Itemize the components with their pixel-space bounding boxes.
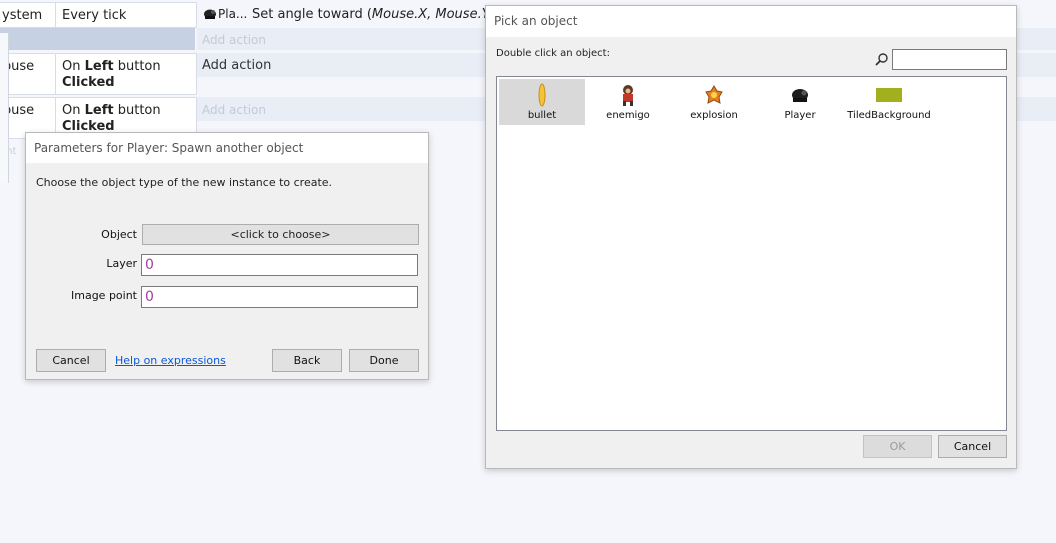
cancel-button[interactable]: Cancel (938, 435, 1007, 458)
event-condition-cell[interactable]: Every tick (55, 2, 197, 28)
condition-text: Every tick (62, 8, 127, 23)
condition-text: On Left button Clicked (62, 103, 161, 135)
dialog-description: Choose the object type of the new instan… (36, 176, 333, 189)
done-button[interactable]: Done (349, 349, 419, 372)
object-name: Player (784, 110, 816, 121)
help-on-expressions-link[interactable]: Help on expressions (115, 354, 226, 367)
dialog-title-bar[interactable]: Parameters for Player: Spawn another obj… (26, 133, 428, 163)
parameters-dialog: Parameters for Player: Spawn another obj… (25, 132, 429, 380)
search-input[interactable] (892, 49, 1007, 70)
condition-suffix: button (113, 103, 161, 118)
object-list[interactable]: bullet enemigo explosion Player TiledBac… (496, 76, 1007, 431)
add-action-link[interactable]: Add action (202, 103, 266, 117)
condition-line2: Clicked (62, 75, 115, 90)
add-action-link[interactable]: Add action (202, 33, 266, 47)
layer-label: Layer (106, 257, 137, 270)
object-item-enemigo[interactable]: enemigo (585, 79, 671, 125)
bullet-icon (499, 83, 585, 107)
action-text: Set angle toward (Mouse.X, Mouse.Y) (252, 7, 495, 22)
back-button[interactable]: Back (272, 349, 342, 372)
condition-prefix: On (62, 103, 85, 118)
tiled-background-icon (843, 83, 935, 107)
event-condition-cell[interactable]: On Left button Clicked (55, 53, 197, 95)
dialog-title: Pick an object (494, 14, 578, 28)
object-item-tiledbackground[interactable]: TiledBackground (843, 79, 935, 125)
condition-suffix: button (113, 59, 161, 74)
condition-bold: Left (84, 103, 114, 118)
object-name: enemigo (606, 110, 650, 121)
picker-prompt: Double click an object: (496, 48, 610, 59)
object-chooser-button[interactable]: <click to choose> (142, 224, 419, 245)
object-name: bullet (527, 110, 557, 121)
pick-object-dialog: Pick an object Double click an object: b… (485, 5, 1017, 469)
cancel-button[interactable]: Cancel (36, 349, 106, 372)
layer-input[interactable]: 0 (141, 254, 418, 276)
ok-button[interactable]: OK (863, 435, 932, 458)
dialog-title: Parameters for Player: Spawn another obj… (34, 141, 304, 155)
image-point-input[interactable]: 0 (141, 286, 418, 308)
dialog-title-bar[interactable]: Pick an object (486, 6, 1016, 37)
condition-text: On Left button Clicked (62, 59, 161, 91)
event-subrow-selected (0, 28, 195, 50)
tiled-background-swatch (876, 88, 902, 102)
object-name: TiledBackground (847, 110, 931, 121)
object-item-bullet[interactable]: bullet (499, 79, 585, 125)
player-icon (203, 8, 217, 22)
action-text-main: Set angle toward ( (252, 7, 372, 22)
event-object-name: ystem (2, 8, 43, 23)
player-icon (757, 83, 843, 107)
object-item-player[interactable]: Player (757, 79, 843, 125)
object-label: Object (101, 228, 137, 241)
object-name: explosion (690, 110, 738, 121)
side-panel-edge (0, 33, 9, 183)
action-row[interactable]: Pla... Set angle toward (Mouse.X, Mouse.… (197, 2, 495, 26)
condition-bold: Left (84, 59, 114, 74)
enemy-icon (585, 83, 671, 107)
event-object-cell[interactable]: ystem (0, 2, 56, 28)
image-point-label: Image point (71, 289, 137, 302)
explosion-icon (671, 83, 757, 107)
action-params: Mouse.X, Mouse.Y (371, 7, 490, 22)
object-chooser-value: <click to choose> (230, 228, 331, 241)
add-action-link[interactable]: Add action (202, 58, 271, 73)
object-item-explosion[interactable]: explosion (671, 79, 757, 125)
condition-prefix: On (62, 59, 85, 74)
action-object-label: Pla... (218, 7, 248, 21)
search-icon (875, 52, 889, 69)
